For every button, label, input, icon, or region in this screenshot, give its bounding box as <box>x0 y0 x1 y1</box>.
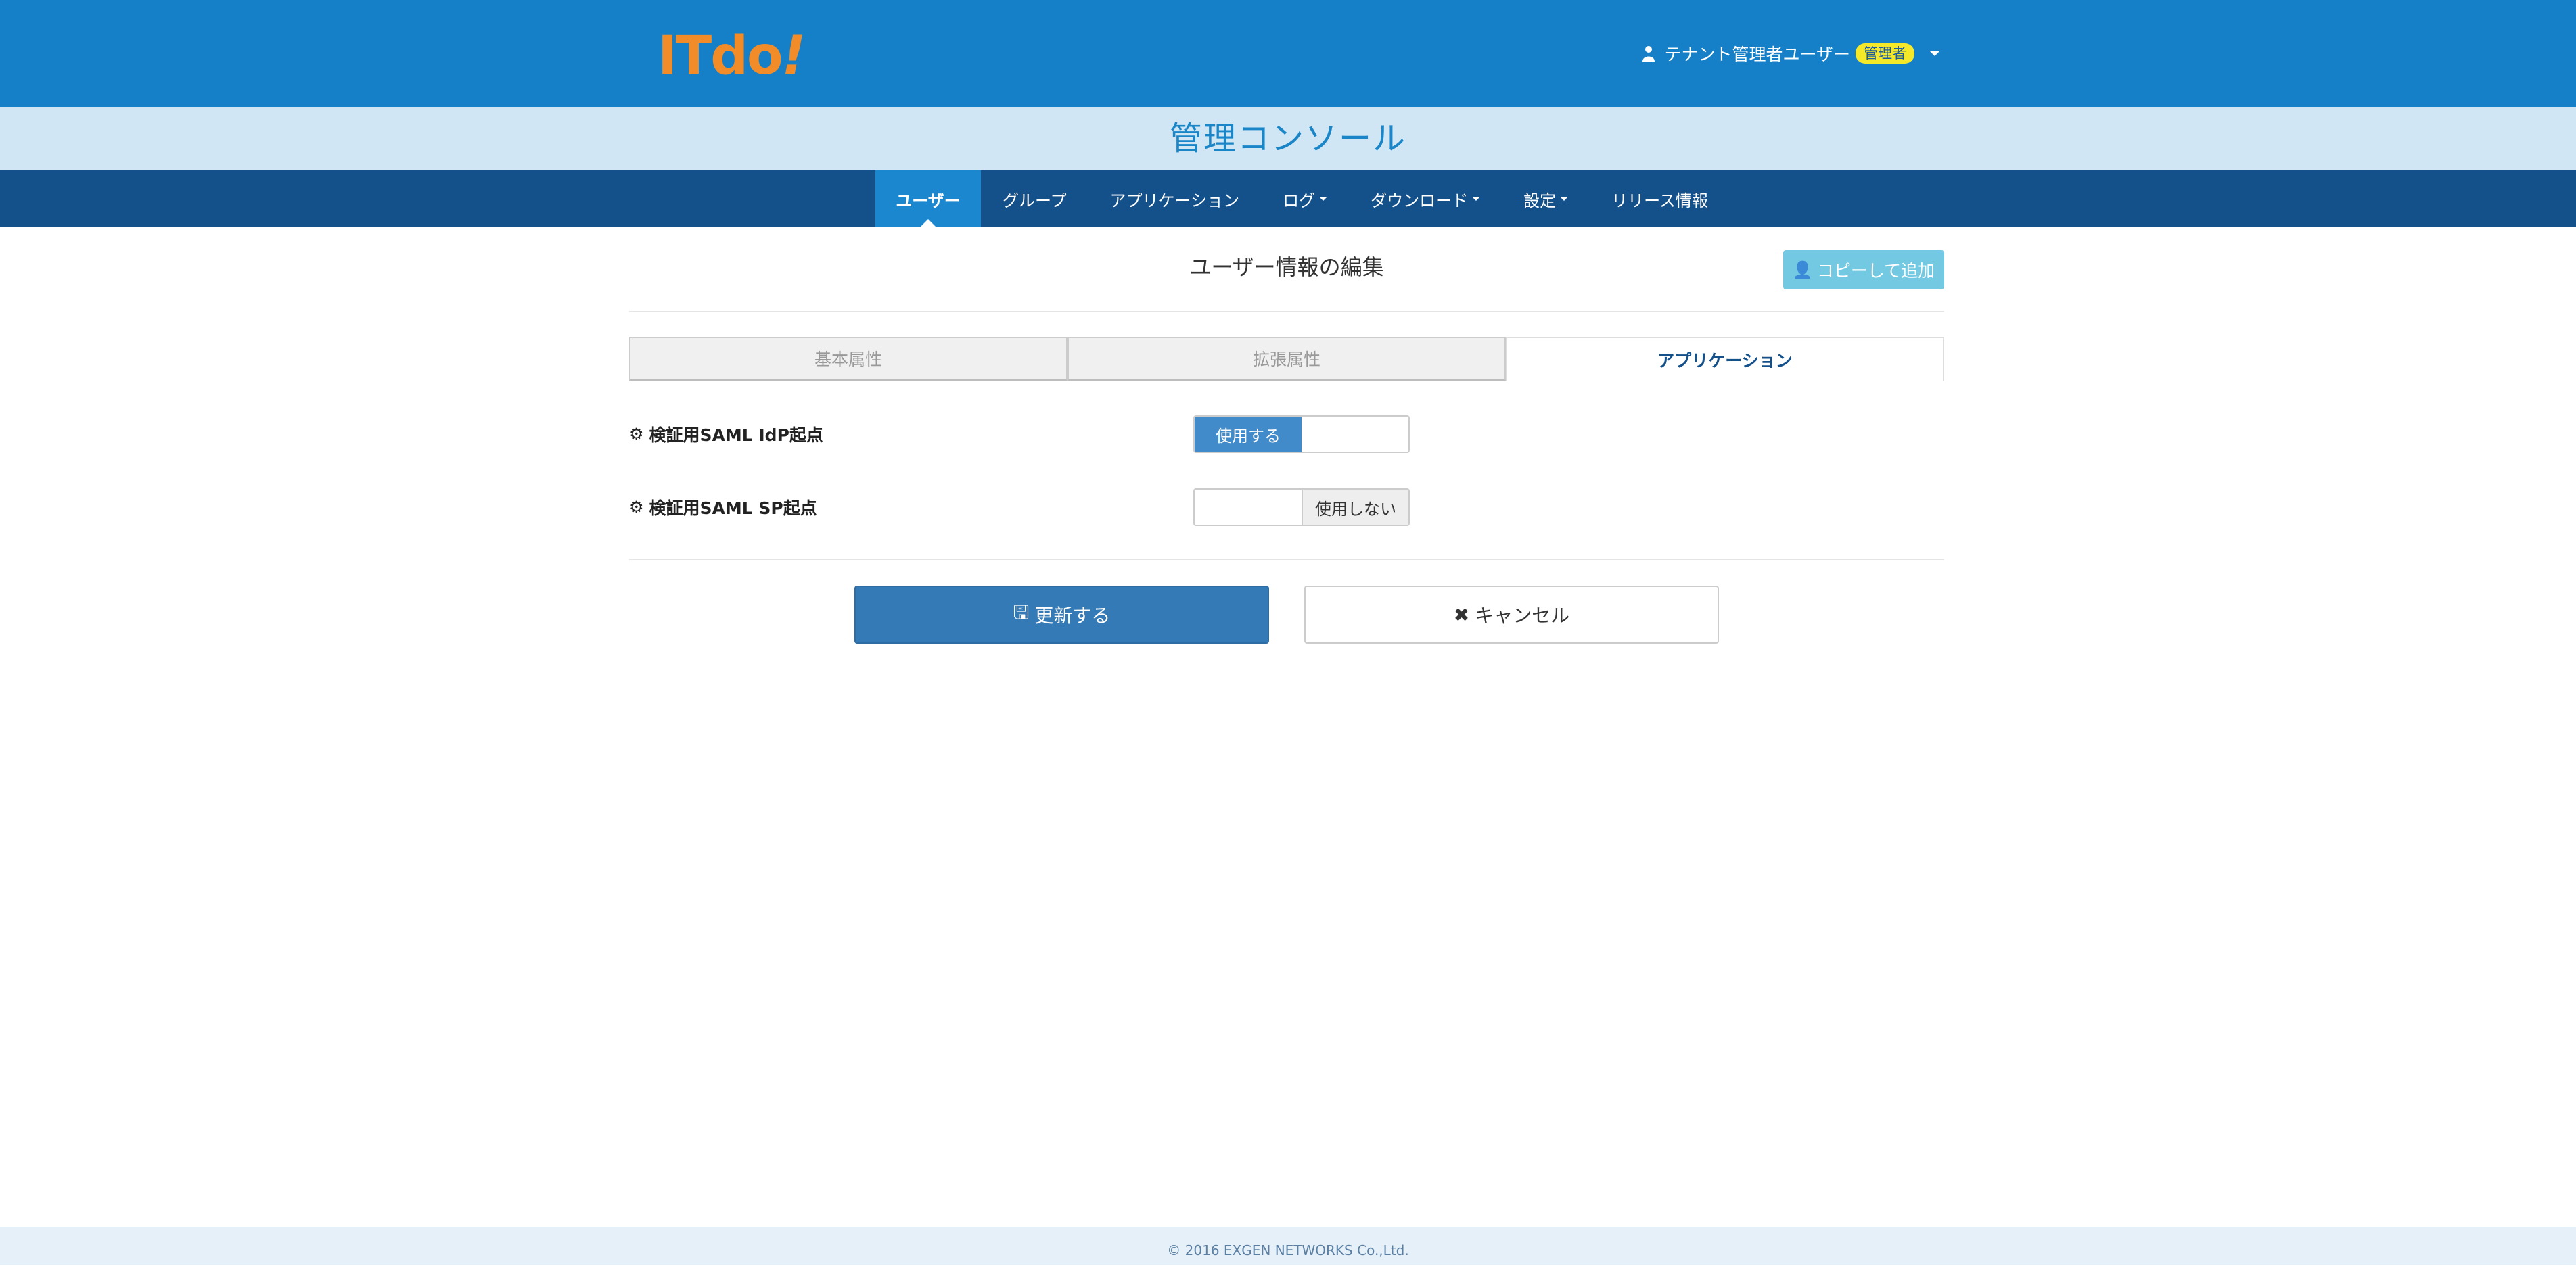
footer: © 2016 EXGEN NETWORKS Co.,Ltd. <box>0 1227 2576 1265</box>
nav-item-settings[interactable]: 設定 <box>1502 170 1590 227</box>
setting-row-saml-sp: ⚙ 検証用SAML SP起点 使用しない <box>629 488 1944 526</box>
toggle-blank-segment[interactable] <box>1195 490 1302 525</box>
setting-row-saml-idp: ⚙ 検証用SAML IdP起点 使用する <box>629 415 1944 453</box>
user-menu[interactable]: テナント管理者ユーザー 管理者 <box>1642 37 1940 70</box>
page-title: ユーザー情報の編集 <box>1189 254 1384 280</box>
tab-label: アプリケーション <box>1657 351 1793 371</box>
copyright-text: © 2016 EXGEN NETWORKS Co.,Ltd. <box>1167 1242 1409 1258</box>
tab-applications[interactable]: アプリケーション <box>1506 337 1944 381</box>
nav-label: ダウンロード <box>1371 191 1469 210</box>
nav-item-applications[interactable]: アプリケーション <box>1088 170 1262 227</box>
console-title-bar: 管理コンソール <box>0 107 2576 170</box>
nav-item-users[interactable]: ユーザー <box>875 170 981 227</box>
update-button-label: 更新する <box>1034 605 1111 627</box>
nav-item-logs[interactable]: ログ <box>1261 170 1349 227</box>
tab-extended-attributes[interactable]: 拡張属性 <box>1067 337 1506 381</box>
nav-list: ユーザー グループ アプリケーション ログ ダウンロード 設定 リリース情報 <box>875 170 1730 227</box>
divider <box>629 311 1944 312</box>
logo-bang: ! <box>781 26 806 87</box>
main-nav: ユーザー グループ アプリケーション ログ ダウンロード 設定 リリース情報 <box>0 170 2576 227</box>
itdo-logo[interactable]: ITdo! <box>658 26 806 87</box>
nav-label: ログ <box>1283 191 1316 210</box>
saml-idp-toggle[interactable]: 使用する <box>1193 415 1410 453</box>
nav-label: 設定 <box>1523 191 1557 210</box>
toggle-off-segment[interactable]: 使用しない <box>1302 490 1408 525</box>
top-header: ITdo! テナント管理者ユーザー 管理者 <box>0 0 2576 107</box>
nav-label: リリース情報 <box>1611 191 1708 210</box>
cancel-button-label: キャンセル <box>1475 605 1570 627</box>
caret-down-icon <box>1560 197 1569 201</box>
tab-label: 拡張属性 <box>1252 350 1320 369</box>
console-title: 管理コンソール <box>1169 120 1406 158</box>
nav-label: ユーザー <box>896 191 961 210</box>
toggle-on-segment[interactable]: 使用する <box>1195 417 1302 452</box>
gear-icon: ⚙ <box>629 498 644 517</box>
divider <box>629 559 1944 560</box>
save-icon: 🖫 <box>1013 601 1030 623</box>
gear-icon: ⚙ <box>629 425 644 444</box>
setting-label: ⚙ 検証用SAML SP起点 <box>629 488 817 526</box>
user-name: テナント管理者ユーザー <box>1664 45 1850 64</box>
nav-label: グループ <box>1003 191 1067 210</box>
logo-text: ITdo <box>658 26 783 87</box>
close-icon: ✖ <box>1453 603 1470 626</box>
user-plus-icon: 👤 <box>1792 260 1813 279</box>
nav-label: アプリケーション <box>1109 191 1240 210</box>
copy-button-label: コピーして追加 <box>1816 261 1935 281</box>
tab-basic-attributes[interactable]: 基本属性 <box>629 337 1067 381</box>
chevron-down-icon <box>1929 51 1940 56</box>
setting-label: ⚙ 検証用SAML IdP起点 <box>629 415 823 453</box>
toggle-blank-segment[interactable] <box>1302 417 1408 452</box>
caret-down-icon <box>1472 197 1481 201</box>
edit-tabs: 基本属性 拡張属性 アプリケーション <box>629 337 1944 381</box>
update-button[interactable]: 🖫 更新する <box>854 586 1269 644</box>
setting-label-text: 検証用SAML SP起点 <box>649 498 817 518</box>
cancel-button[interactable]: ✖ キャンセル <box>1304 586 1719 644</box>
saml-sp-toggle[interactable]: 使用しない <box>1193 488 1410 526</box>
nav-item-release-info[interactable]: リリース情報 <box>1590 170 1730 227</box>
user-icon <box>1642 46 1655 62</box>
nav-item-groups[interactable]: グループ <box>981 170 1088 227</box>
tab-label: 基本属性 <box>814 350 882 369</box>
admin-badge: 管理者 <box>1856 43 1914 64</box>
setting-label-text: 検証用SAML IdP起点 <box>649 425 823 445</box>
copy-and-add-button[interactable]: 👤 コピーして追加 <box>1783 250 1944 289</box>
caret-down-icon <box>1319 197 1328 201</box>
nav-item-download[interactable]: ダウンロード <box>1349 170 1502 227</box>
